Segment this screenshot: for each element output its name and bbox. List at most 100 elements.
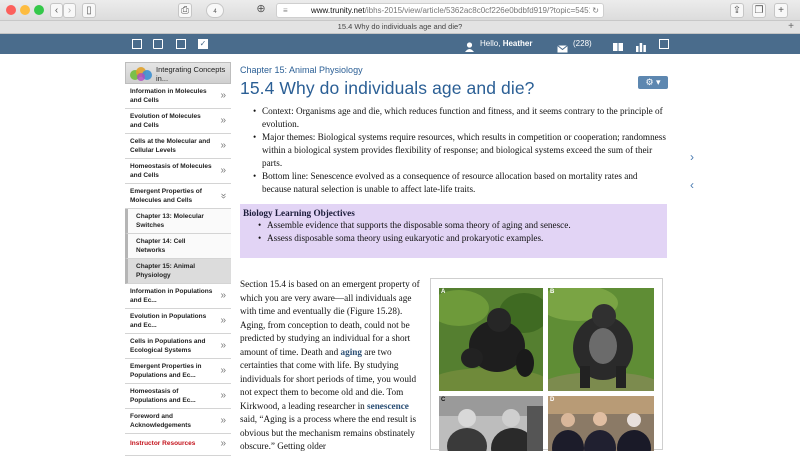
figure-panel-label: C xyxy=(441,397,446,403)
reload-icon[interactable]: ↻ xyxy=(590,4,599,17)
gorilla-photo-a[interactable]: A xyxy=(439,288,543,391)
sidebar-item-emergent-molecules[interactable]: Emergent Properties of Molecules and Cel… xyxy=(125,184,231,209)
settings-gear-button[interactable]: ⚙ ▾ xyxy=(638,76,668,89)
sidebar-item-chapter-13[interactable]: Chapter 13: Molecular Switches xyxy=(125,209,231,234)
figure-15-28[interactable]: A B C D xyxy=(430,278,663,451)
course-sidebar: Integrating Concepts in... Information i… xyxy=(125,62,231,456)
tabs-overview-icon[interactable]: ❐ xyxy=(752,3,766,18)
sidebar-item-label: Cells at the Molecular and Cellular Leve… xyxy=(130,138,211,154)
list-item: Assess disposable soma theory using euka… xyxy=(258,232,664,245)
double-chevron-down-icon[interactable]: » xyxy=(218,193,229,199)
zoom-window-icon[interactable] xyxy=(34,5,44,15)
sidebar-item-label: Cells in Populations and Ecological Syst… xyxy=(130,338,206,354)
user-greeting[interactable]: Hello, Heather xyxy=(480,34,532,54)
sidebar-toggle-icon[interactable]: ▯ xyxy=(82,3,96,18)
new-tab-button[interactable]: + xyxy=(774,3,788,18)
print-icon[interactable]: ⎙ xyxy=(178,3,192,18)
double-chevron-right-icon[interactable]: » xyxy=(220,291,226,301)
double-chevron-right-icon[interactable]: » xyxy=(220,91,226,101)
learning-objectives-box: Biology Learning Objectives Assemble evi… xyxy=(240,204,667,258)
reader-icon[interactable]: ≡ xyxy=(283,4,288,17)
double-chevron-right-icon[interactable]: » xyxy=(220,391,226,401)
sidebar-item-foreword[interactable]: Foreword and Acknowledgements » xyxy=(125,409,231,434)
address-bar[interactable]: ≡ www.trunity.net/ibhs-2015/view/article… xyxy=(276,3,604,18)
tab-bar: 15.4 Why do individuals age and die? + xyxy=(0,21,800,34)
list-item: Context: Organisms age and die, which re… xyxy=(253,105,668,131)
browser-toolbar: ‹ › ▯ ⎙ 4 ⊕ ≡ www.trunity.net/ibhs-2015/… xyxy=(0,0,800,21)
figure-panel-label: B xyxy=(550,289,555,295)
double-chevron-right-icon[interactable]: » xyxy=(220,366,226,376)
sidebar-item-evolution-molecules[interactable]: Evolution of Molecules and Cells » xyxy=(125,109,231,134)
sidebar-item-label: Information in Populations and Ec... xyxy=(130,288,213,304)
export-icon[interactable] xyxy=(153,39,163,49)
tab-title[interactable]: 15.4 Why do individuals age and die? xyxy=(338,22,463,31)
sidebar-item-information-molecules[interactable]: Information in Molecules and Cells » xyxy=(125,84,231,109)
sidebar-item-label: Chapter 13: Molecular Switches xyxy=(136,213,204,229)
double-chevron-right-icon[interactable]: » xyxy=(220,416,226,426)
next-page-arrow-icon[interactable]: › xyxy=(690,150,694,164)
body-text: Section 15.4 is based on an emergent pro… xyxy=(240,279,420,357)
sidebar-item-information-populations[interactable]: Information in Populations and Ec... » xyxy=(125,284,231,309)
figure-panel-label: A xyxy=(441,289,446,295)
zoom-icon[interactable]: ⊕ xyxy=(254,3,268,18)
double-chevron-right-icon[interactable]: » xyxy=(220,439,226,449)
sidebar-item-chapter-15[interactable]: Chapter 15: Animal Physiology xyxy=(125,259,231,284)
gorilla-photo-b[interactable]: B xyxy=(548,288,654,391)
body-paragraph: Section 15.4 is based on an emergent pro… xyxy=(240,278,423,454)
sidebar-item-evolution-populations[interactable]: Evolution in Populations and Ec... » xyxy=(125,309,231,334)
sidebar-item-label: Chapter 14: Cell Networks xyxy=(136,238,186,254)
double-chevron-right-icon[interactable]: » xyxy=(220,341,226,351)
square-icon[interactable] xyxy=(132,39,142,49)
double-chevron-right-icon[interactable]: » xyxy=(220,316,226,326)
sidebar-item-homeostasis-populations[interactable]: Homeostasis of Populations and Ec... » xyxy=(125,384,231,409)
historic-photo-c[interactable]: C xyxy=(439,396,543,451)
sidebar-header-title: Integrating Concepts in... xyxy=(156,65,226,83)
list-item: Bottom line: Senescence evolved as a con… xyxy=(253,170,668,196)
sidebar-item-label: Evolution in Populations and Ec... xyxy=(130,313,207,329)
print-page-icon[interactable] xyxy=(176,39,186,49)
sidebar-item-label: Emergent Properties in Populations and E… xyxy=(130,363,202,379)
logout-icon[interactable] xyxy=(659,39,669,49)
share-icon[interactable]: ⇪ xyxy=(730,3,744,18)
figure-panel-label: D xyxy=(550,397,555,403)
sidebar-item-instructor-resources[interactable]: Instructor Resources » xyxy=(125,434,231,456)
close-window-icon[interactable] xyxy=(6,5,16,15)
forward-button[interactable]: › xyxy=(63,3,76,18)
course-logo-icon xyxy=(129,66,153,82)
back-button[interactable]: ‹ xyxy=(50,3,63,18)
double-chevron-right-icon[interactable]: » xyxy=(220,116,226,126)
sidebar-item-emergent-populations[interactable]: Emergent Properties in Populations and E… xyxy=(125,359,231,384)
sidebar-item-label: Homeostasis of Molecules and Cells xyxy=(130,163,212,179)
sidebar-header[interactable]: Integrating Concepts in... xyxy=(125,62,231,84)
body-text: said, “Aging is a process where the end … xyxy=(240,414,417,451)
checkbox-icon[interactable]: ✓ xyxy=(198,39,208,49)
sidebar-item-chapter-14[interactable]: Chapter 14: Cell Networks xyxy=(125,234,231,259)
sidebar-item-cells-populations[interactable]: Cells in Populations and Ecological Syst… xyxy=(125,334,231,359)
user-icon[interactable] xyxy=(465,39,474,52)
url-path: /ibhs-2015/view/article/5362ac8c0cf226e0… xyxy=(364,6,594,15)
sidebar-item-cells-molecular[interactable]: Cells at the Molecular and Cellular Leve… xyxy=(125,134,231,159)
sidebar-item-label: Homeostasis of Populations and Ec... xyxy=(130,388,196,404)
add-tab-icon[interactable]: + xyxy=(788,21,794,33)
sidebar-item-label: Emergent Properties of Molecules and Cel… xyxy=(130,188,202,204)
previous-page-arrow-icon[interactable]: ‹ xyxy=(690,178,694,192)
chapter-link[interactable]: Chapter 15: Animal Physiology xyxy=(240,65,668,75)
user-name: Heather xyxy=(502,39,533,48)
site-top-bar: ✓ Hello, Heather (228) xyxy=(0,34,800,54)
minimize-window-icon[interactable] xyxy=(20,5,30,15)
list-item: Assemble evidence that supports the disp… xyxy=(258,219,664,232)
objectives-title: Biology Learning Objectives xyxy=(243,208,355,218)
glossary-link-senescence[interactable]: senescence xyxy=(367,401,409,411)
double-chevron-right-icon[interactable]: » xyxy=(220,166,226,176)
mail-icon[interactable] xyxy=(557,40,568,53)
sidebar-item-homeostasis-molecules[interactable]: Homeostasis of Molecules and Cells » xyxy=(125,159,231,184)
presidents-photo-d[interactable]: D xyxy=(548,396,654,451)
glossary-link-aging[interactable]: aging xyxy=(341,347,362,357)
book-icon[interactable] xyxy=(613,39,623,51)
sidebar-item-label: Instructor Resources xyxy=(130,440,196,447)
stats-icon[interactable] xyxy=(636,39,646,52)
double-chevron-right-icon[interactable]: » xyxy=(220,141,226,151)
greeting-prefix: Hello, xyxy=(480,39,501,48)
mail-count[interactable]: (228) xyxy=(573,34,592,54)
extension-icon[interactable]: 4 xyxy=(206,3,224,18)
